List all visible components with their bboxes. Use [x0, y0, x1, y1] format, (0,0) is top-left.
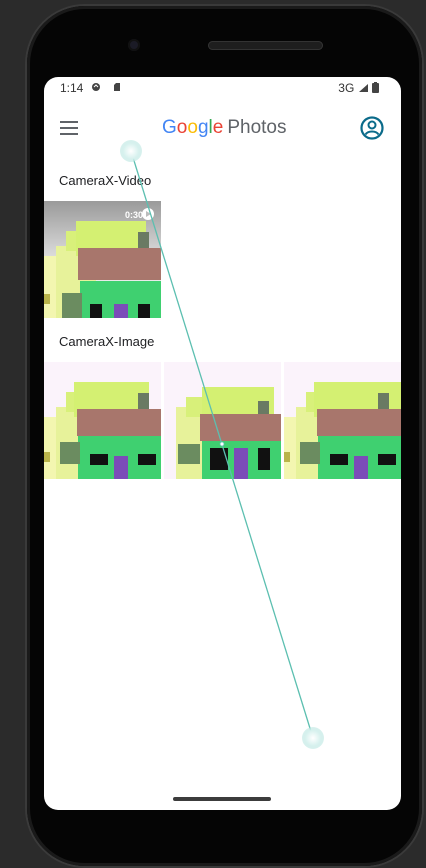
status-time: 1:14 — [60, 81, 84, 95]
gesture-nav-bar[interactable] — [173, 797, 271, 801]
album-title: CameraX-Video — [59, 173, 152, 188]
earpiece-speaker — [208, 41, 323, 50]
logo-letter: o — [176, 117, 188, 138]
menu-icon — [60, 121, 78, 123]
image-thumbnail[interactable] — [284, 362, 401, 479]
album-title: CameraX-Image — [59, 334, 155, 349]
video-duration: 0:30 — [124, 210, 143, 220]
image-thumbnail[interactable] — [164, 362, 281, 479]
signal-icon — [358, 84, 368, 92]
play-icon — [142, 208, 154, 220]
video-thumbnail[interactable]: 0:30 — [44, 201, 161, 318]
front-camera — [128, 39, 140, 51]
status-bar: 1:14 3G — [44, 77, 401, 99]
logo-letter: o — [187, 117, 198, 138]
logo-letter: g — [197, 117, 209, 138]
google-photos-logo: Google Photos — [162, 117, 286, 139]
logo-photos-text: Photos — [227, 117, 287, 138]
app-bar: Google Photos — [44, 99, 401, 155]
logo-letter: e — [212, 117, 224, 138]
logo-letter: G — [162, 117, 177, 138]
account-icon[interactable] — [360, 116, 384, 140]
image-thumbnail[interactable] — [44, 362, 161, 479]
battery-icon — [372, 82, 379, 93]
thumbnail-image — [44, 362, 161, 479]
thumbnail-image — [284, 362, 401, 479]
network-indicator: 3G — [338, 81, 379, 95]
app-screen: 1:14 3G Google Photos CameraX-Video 0:30… — [44, 77, 401, 810]
sync-notification-icon — [92, 83, 100, 91]
sd-card-icon — [114, 83, 120, 91]
network-type: 3G — [338, 81, 355, 95]
menu-button[interactable] — [60, 121, 78, 135]
thumbnail-image — [164, 362, 281, 479]
google-wordmark: Google — [162, 117, 223, 138]
